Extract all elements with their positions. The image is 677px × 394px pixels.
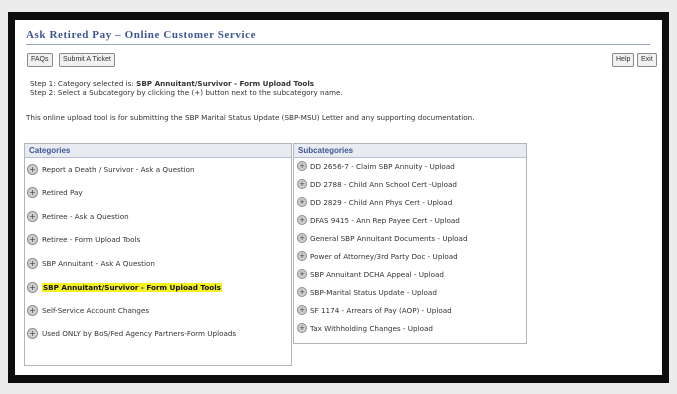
expand-plus-icon[interactable]: + xyxy=(297,322,307,333)
exit-button[interactable]: Exit xyxy=(637,53,657,67)
category-label: Used ONLY by BoS/Fed Agency Partners-For… xyxy=(42,329,237,338)
submit-ticket-button[interactable]: Submit A Ticket xyxy=(59,53,115,67)
expand-plus-icon[interactable]: + xyxy=(297,268,307,279)
category-label: Self-Service Account Changes xyxy=(42,306,150,315)
expand-plus-icon[interactable]: + xyxy=(297,250,307,261)
category-item[interactable]: + Used ONLY by BoS/Fed Agency Partners-F… xyxy=(27,328,251,339)
category-item[interactable]: + Report a Death / Survivor - Ask a Ques… xyxy=(27,164,289,175)
category-item-selected[interactable]: + SBP Annuitant/Survivor - Form Upload T… xyxy=(27,282,289,293)
subcategory-item[interactable]: + DD 2829 - Child Ann Phys Cert - Upload xyxy=(297,195,523,208)
subcategory-item[interactable]: + DD 2656-7 - Claim SBP Annuity - Upload xyxy=(297,159,523,172)
category-label: SBP Annuitant - Ask A Question xyxy=(42,259,155,268)
category-label-selected: SBP Annuitant/Survivor - Form Upload Too… xyxy=(42,283,222,292)
expand-plus-icon[interactable]: + xyxy=(297,286,307,297)
screenshot-frame: Ask Retired Pay – Online Customer Servic… xyxy=(8,12,669,383)
expand-plus-icon[interactable]: + xyxy=(297,178,307,189)
help-button[interactable]: Help xyxy=(612,53,635,67)
expand-plus-icon[interactable]: + xyxy=(27,211,38,222)
category-item[interactable]: + Self-Service Account Changes xyxy=(27,305,289,316)
expand-plus-icon[interactable]: + xyxy=(27,282,38,293)
expand-plus-icon[interactable]: + xyxy=(27,328,38,339)
category-label: Retiree - Form Upload Tools xyxy=(42,235,141,244)
upload-description: This online upload tool is for submittin… xyxy=(26,113,475,122)
selected-category-name: SBP Annuitant/Survivor - Form Upload Too… xyxy=(136,79,315,88)
category-label: Retiree - Ask a Question xyxy=(42,212,129,221)
category-item[interactable]: + SBP Annuitant - Ask A Question xyxy=(27,258,289,269)
expand-plus-icon[interactable]: + xyxy=(27,187,38,198)
subcategory-item[interactable]: + SF 1174 - Arrears of Pay (AOP) - Uploa… xyxy=(297,303,523,316)
subcategory-item[interactable]: + DFAS 9415 - Ann Rep Payee Cert - Uploa… xyxy=(297,213,523,226)
step-instructions: Step 1: Category selected is: SBP Annuit… xyxy=(30,79,343,97)
subcategory-label: SF 1174 - Arrears of Pay (AOP) - Upload xyxy=(310,305,452,315)
categories-header: Categories xyxy=(25,144,291,158)
step-1-prefix: Step 1: Category selected is: xyxy=(30,79,134,88)
expand-plus-icon[interactable]: + xyxy=(27,305,38,316)
expand-plus-icon[interactable]: + xyxy=(297,196,307,207)
subcategory-item[interactable]: + DD 2788 - Child Ann School Cert -Uploa… xyxy=(297,177,523,190)
subcategory-label: DD 2788 - Child Ann School Cert -Upload xyxy=(310,179,457,189)
subcategory-label: General SBP Annuitant Documents - Upload xyxy=(310,233,468,243)
expand-plus-icon[interactable]: + xyxy=(27,234,38,245)
subcategory-label: Tax Withholding Changes - Upload xyxy=(310,323,433,333)
subcategory-label: SBP Annuitant DCHA Appeal - Upload xyxy=(310,269,444,279)
category-label: Report a Death / Survivor - Ask a Questi… xyxy=(42,165,195,174)
category-item[interactable]: + Retired Pay xyxy=(27,187,289,198)
subcategory-label: SBP-Marital Status Update - Upload xyxy=(310,287,437,297)
subcategory-item[interactable]: + Power of Attorney/3rd Party Doc - Uplo… xyxy=(297,249,523,262)
subcategory-item[interactable]: + SBP-Marital Status Update - Upload xyxy=(297,285,523,298)
faqs-button[interactable]: FAQs xyxy=(27,53,53,67)
subcategory-label: DD 2829 - Child Ann Phys Cert - Upload xyxy=(310,197,453,207)
customer-service-panel: Ask Retired Pay – Online Customer Servic… xyxy=(15,20,662,375)
subcategory-label: Power of Attorney/3rd Party Doc - Upload xyxy=(310,251,458,261)
category-item[interactable]: + Retiree - Ask a Question xyxy=(27,211,289,222)
subcategory-item[interactable]: + Tax Withholding Changes - Upload xyxy=(297,321,523,334)
expand-plus-icon[interactable]: + xyxy=(297,160,307,171)
expand-plus-icon[interactable]: + xyxy=(27,164,38,175)
expand-plus-icon[interactable]: + xyxy=(297,304,307,315)
subcategory-item[interactable]: + General SBP Annuitant Documents - Uplo… xyxy=(297,231,523,244)
step-2: Step 2: Select a Subcategory by clicking… xyxy=(30,88,343,97)
expand-plus-icon[interactable]: + xyxy=(297,232,307,243)
subcategory-label: DFAS 9415 - Ann Rep Payee Cert - Upload xyxy=(310,215,460,225)
expand-plus-icon[interactable]: + xyxy=(297,214,307,225)
category-item[interactable]: + Retiree - Form Upload Tools xyxy=(27,234,289,245)
category-label: Retired Pay xyxy=(42,188,83,197)
subcategory-item[interactable]: + SBP Annuitant DCHA Appeal - Upload xyxy=(297,267,523,280)
step-1: Step 1: Category selected is: SBP Annuit… xyxy=(30,79,343,88)
categories-panel: Categories + Report a Death / Survivor -… xyxy=(24,143,292,366)
subcategory-label: DD 2656-7 - Claim SBP Annuity - Upload xyxy=(310,161,455,171)
subcategories-header: Subcategories xyxy=(294,144,526,158)
expand-plus-icon[interactable]: + xyxy=(27,258,38,269)
page-title: Ask Retired Pay – Online Customer Servic… xyxy=(26,29,650,45)
subcategories-panel: Subcategories + DD 2656-7 - Claim SBP An… xyxy=(293,143,527,344)
